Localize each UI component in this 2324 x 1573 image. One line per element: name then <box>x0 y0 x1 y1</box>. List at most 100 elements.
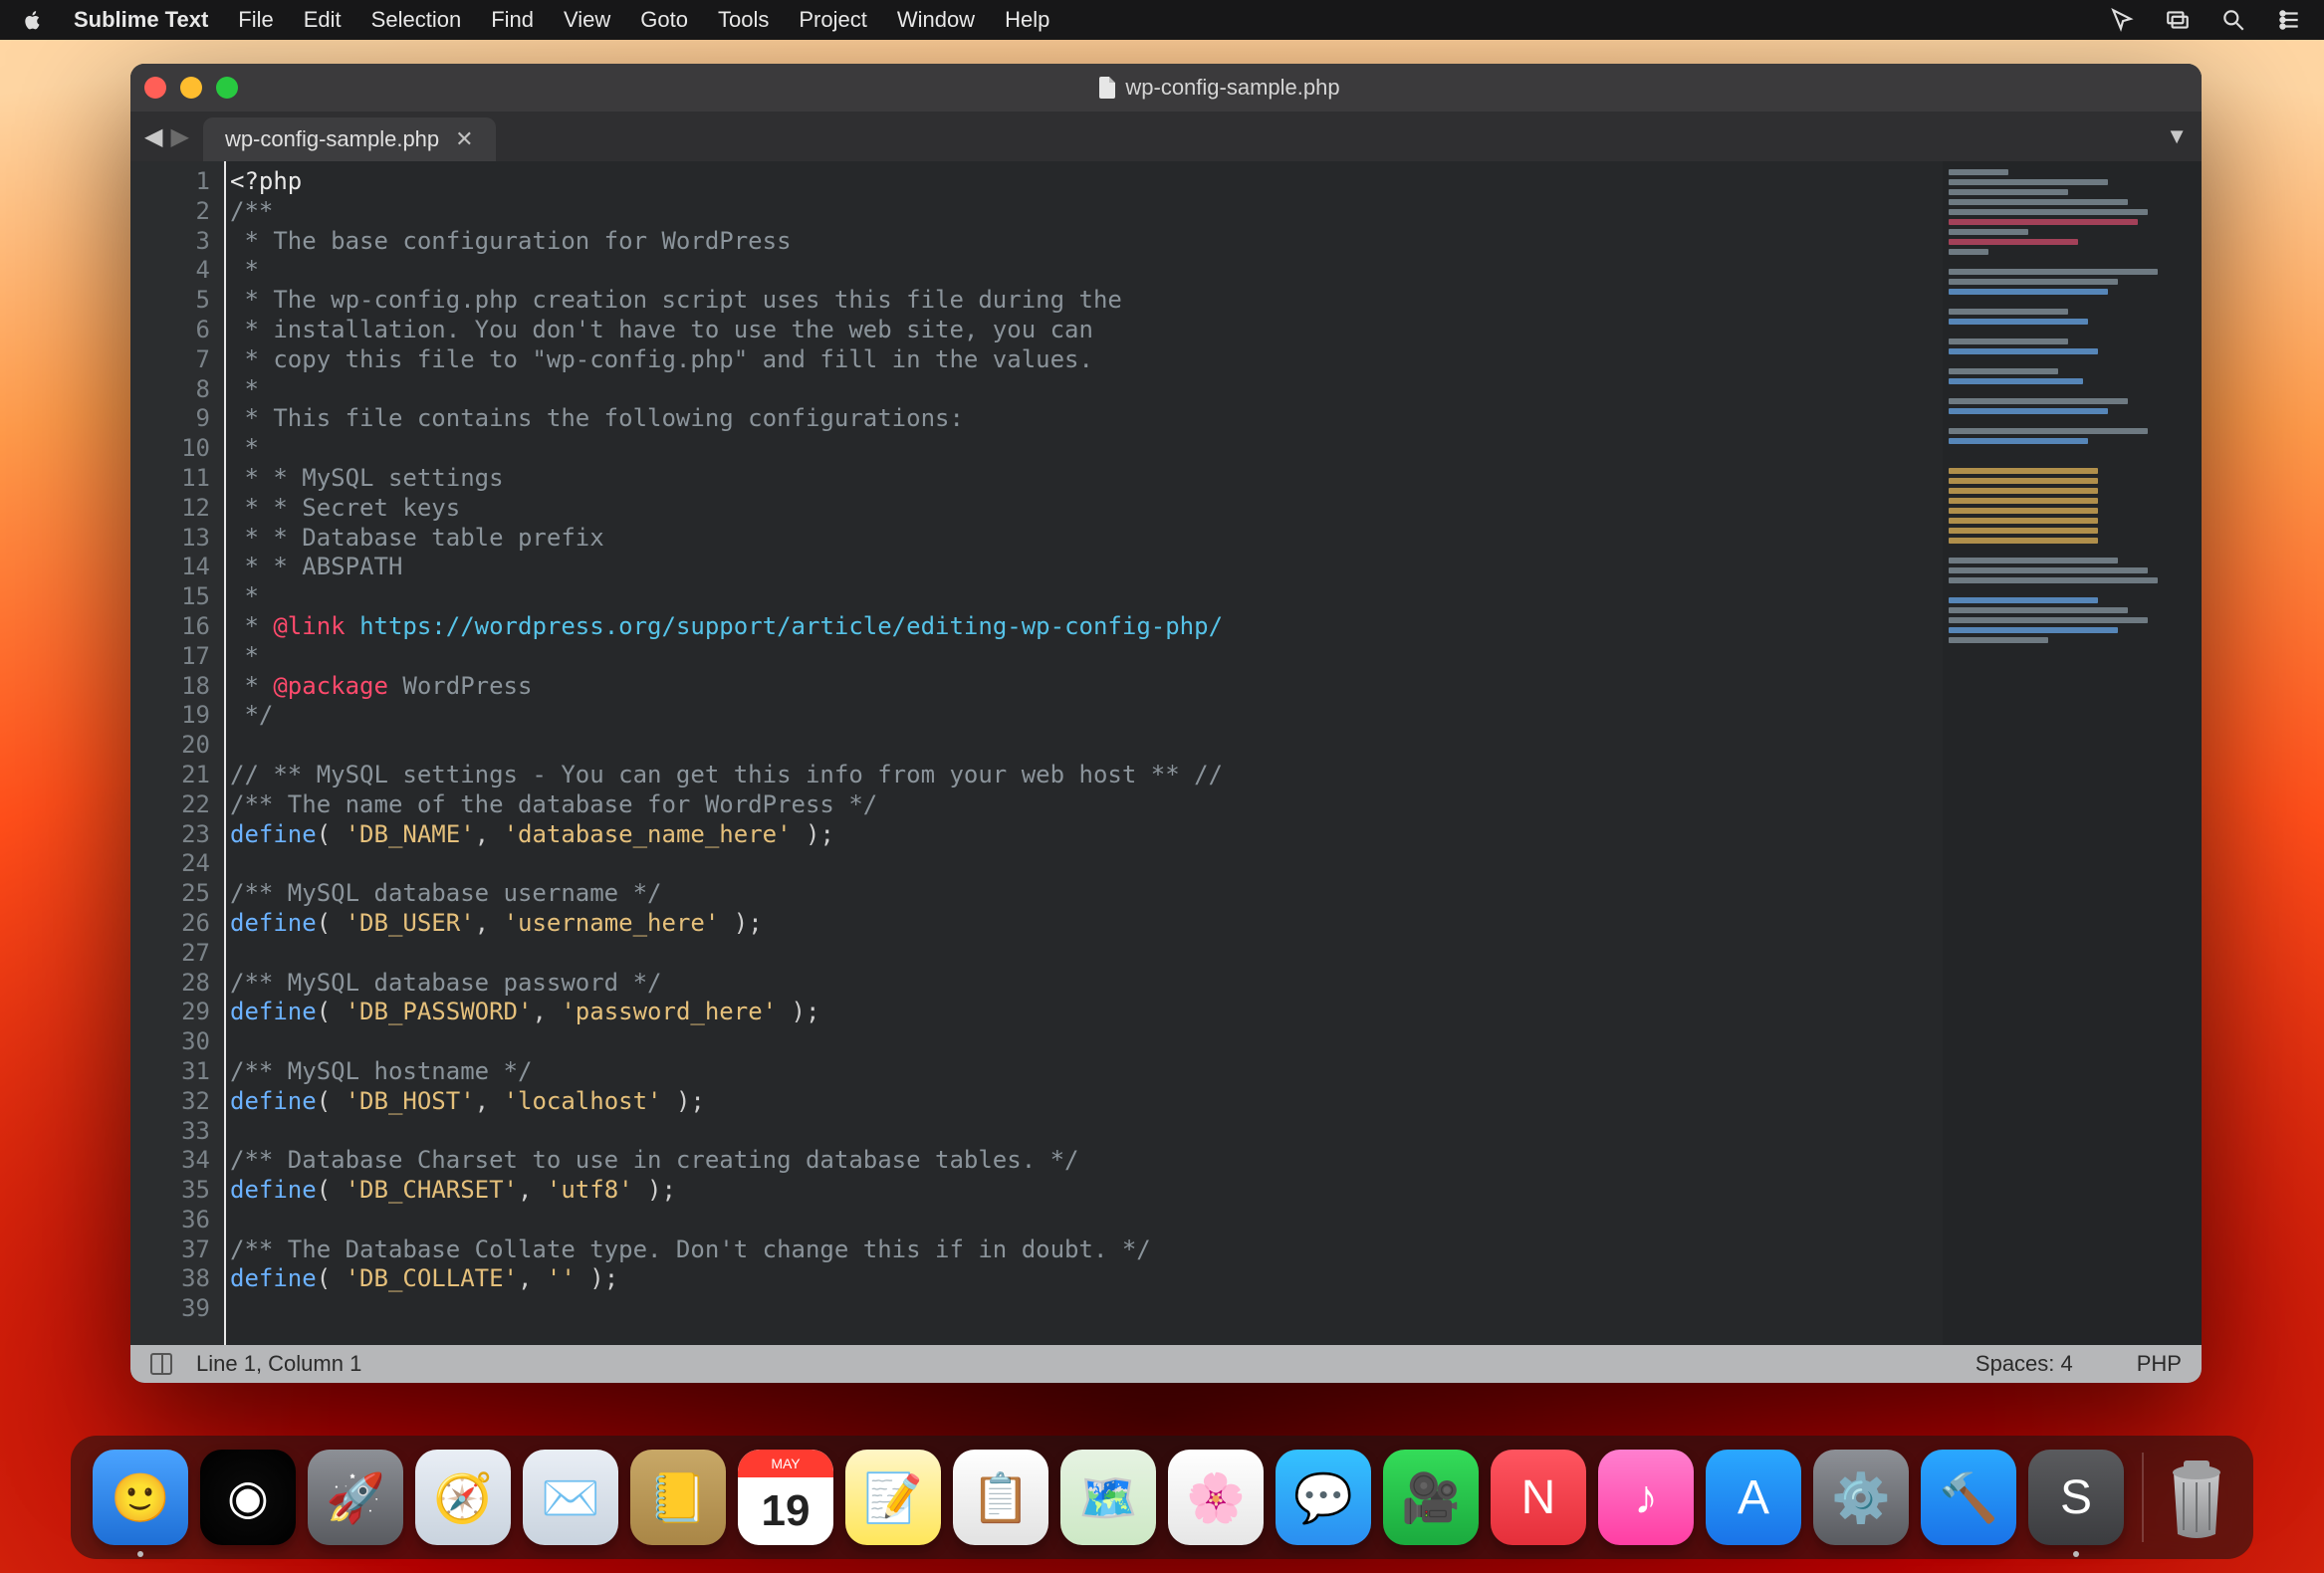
code-line[interactable]: // ** MySQL settings - You can get this … <box>230 761 1943 790</box>
menu-tools[interactable]: Tools <box>718 7 769 33</box>
dock-app-calendar[interactable]: MAY19 <box>738 1450 833 1545</box>
code-line[interactable]: /** MySQL database password */ <box>230 969 1943 999</box>
dock-app-contacts[interactable]: 📒 <box>630 1450 726 1545</box>
menu-file[interactable]: File <box>238 7 273 33</box>
line-number: 14 <box>136 553 210 582</box>
code-line[interactable]: * <box>230 256 1943 286</box>
code-line[interactable] <box>230 1206 1943 1236</box>
cursor-icon[interactable] <box>2109 7 2135 33</box>
code-line[interactable]: * <box>230 582 1943 612</box>
nav-back-icon[interactable]: ◀ <box>144 122 162 151</box>
dock-app-launchpad[interactable]: 🚀 <box>308 1450 403 1545</box>
dock-app-systemprefs[interactable]: ⚙️ <box>1813 1450 1909 1545</box>
code-line[interactable]: /** MySQL hostname */ <box>230 1057 1943 1087</box>
minimap-line <box>1949 229 2028 235</box>
code-line[interactable] <box>230 1294 1943 1324</box>
code-line[interactable]: * * Database table prefix <box>230 524 1943 554</box>
code-line[interactable]: * This file contains the following confi… <box>230 404 1943 434</box>
code-line[interactable] <box>230 1117 1943 1147</box>
menu-edit[interactable]: Edit <box>304 7 342 33</box>
code-line[interactable] <box>230 849 1943 879</box>
code-editor[interactable]: <?php/** * The base configuration for Wo… <box>224 161 1943 1345</box>
window-titlebar[interactable]: wp-config-sample.php <box>130 64 2202 112</box>
dock-trash[interactable] <box>2162 1453 2231 1542</box>
minimap[interactable] <box>1943 161 2202 1345</box>
menu-window[interactable]: Window <box>897 7 975 33</box>
dock-app-finder[interactable]: 🙂 <box>93 1450 188 1545</box>
dock-app-notes[interactable]: 📝 <box>845 1450 941 1545</box>
nav-forward-icon[interactable]: ▶ <box>170 122 188 151</box>
screen-mirroring-icon[interactable] <box>2165 7 2191 33</box>
code-line[interactable]: <?php <box>230 167 1943 197</box>
dock-app-facetime[interactable]: 🎥 <box>1383 1450 1479 1545</box>
dock-app-itunes[interactable]: ♪ <box>1598 1450 1694 1545</box>
code-line[interactable]: * copy this file to "wp-config.php" and … <box>230 345 1943 375</box>
dock-app-reminders[interactable]: 📋 <box>953 1450 1048 1545</box>
menu-view[interactable]: View <box>564 7 610 33</box>
tab-active[interactable]: wp-config-sample.php ✕ <box>203 117 496 161</box>
line-number: 1 <box>136 167 210 197</box>
code-line[interactable]: * @link https://wordpress.org/support/ar… <box>230 612 1943 642</box>
dock-app-safari[interactable]: 🧭 <box>415 1450 511 1545</box>
code-line[interactable]: /** The name of the database for WordPre… <box>230 790 1943 820</box>
apple-logo-icon[interactable] <box>22 9 44 31</box>
code-line[interactable] <box>230 939 1943 969</box>
code-line[interactable]: /** Database Charset to use in creating … <box>230 1146 1943 1176</box>
code-line[interactable]: * <box>230 434 1943 464</box>
code-line[interactable]: * @package WordPress <box>230 672 1943 702</box>
code-line[interactable]: * * ABSPATH <box>230 553 1943 582</box>
dock-app-maps[interactable]: 🗺️ <box>1060 1450 1156 1545</box>
window-zoom-button[interactable] <box>216 77 238 99</box>
code-line[interactable]: * <box>230 375 1943 405</box>
code-line[interactable]: * installation. You don't have to use th… <box>230 316 1943 345</box>
line-number: 34 <box>136 1146 210 1176</box>
status-syntax[interactable]: PHP <box>2137 1351 2182 1377</box>
line-number: 26 <box>136 909 210 939</box>
spotlight-search-icon[interactable] <box>2220 7 2246 33</box>
dock-app-news[interactable]: N <box>1491 1450 1586 1545</box>
code-line[interactable]: define( 'DB_HOST', 'localhost' ); <box>230 1087 1943 1117</box>
line-number: 36 <box>136 1206 210 1236</box>
line-number: 28 <box>136 969 210 999</box>
code-line[interactable]: /** MySQL database username */ <box>230 879 1943 909</box>
code-line[interactable] <box>230 1027 1943 1057</box>
window-minimize-button[interactable] <box>180 77 202 99</box>
menu-help[interactable]: Help <box>1005 7 1049 33</box>
line-number: 29 <box>136 998 210 1027</box>
menu-find[interactable]: Find <box>491 7 534 33</box>
code-line[interactable]: define( 'DB_PASSWORD', 'password_here' )… <box>230 998 1943 1027</box>
status-indentation[interactable]: Spaces: 4 <box>1975 1351 2073 1377</box>
dock-app-photos[interactable]: 🌸 <box>1168 1450 1264 1545</box>
code-line[interactable] <box>230 731 1943 761</box>
code-line[interactable]: * The wp-config.php creation script uses… <box>230 286 1943 316</box>
code-line[interactable]: /** The Database Collate type. Don't cha… <box>230 1236 1943 1265</box>
tab-overflow-icon[interactable]: ▼ <box>2166 123 2188 149</box>
dock-app-siri[interactable]: ◉ <box>200 1450 296 1545</box>
code-line[interactable]: define( 'DB_NAME', 'database_name_here' … <box>230 820 1943 850</box>
code-line[interactable]: define( 'DB_USER', 'username_here' ); <box>230 909 1943 939</box>
code-line[interactable]: /** <box>230 197 1943 227</box>
control-center-icon[interactable] <box>2276 7 2302 33</box>
calendar-month-label: MAY <box>738 1450 833 1477</box>
line-number: 24 <box>136 849 210 879</box>
dock-app-mail[interactable]: ✉️ <box>523 1450 618 1545</box>
line-number: 7 <box>136 345 210 375</box>
code-line[interactable]: * * MySQL settings <box>230 464 1943 494</box>
code-line[interactable]: */ <box>230 701 1943 731</box>
code-line[interactable]: define( 'DB_CHARSET', 'utf8' ); <box>230 1176 1943 1206</box>
dock-app-messages[interactable]: 💬 <box>1276 1450 1371 1545</box>
dock-app-appstore[interactable]: A <box>1706 1450 1801 1545</box>
code-line[interactable]: define( 'DB_COLLATE', '' ); <box>230 1264 1943 1294</box>
code-line[interactable]: * * Secret keys <box>230 494 1943 524</box>
menu-goto[interactable]: Goto <box>640 7 688 33</box>
tab-close-button[interactable]: ✕ <box>455 126 473 152</box>
menu-project[interactable]: Project <box>799 7 866 33</box>
menu-selection[interactable]: Selection <box>371 7 462 33</box>
code-line[interactable]: * <box>230 642 1943 672</box>
code-line[interactable]: * The base configuration for WordPress <box>230 227 1943 257</box>
sidebar-toggle-icon[interactable] <box>150 1353 172 1375</box>
dock-app-sublime[interactable]: S <box>2028 1450 2124 1545</box>
menubar-app-name[interactable]: Sublime Text <box>74 7 208 33</box>
window-close-button[interactable] <box>144 77 166 99</box>
dock-app-xcode[interactable]: 🔨 <box>1921 1450 2016 1545</box>
